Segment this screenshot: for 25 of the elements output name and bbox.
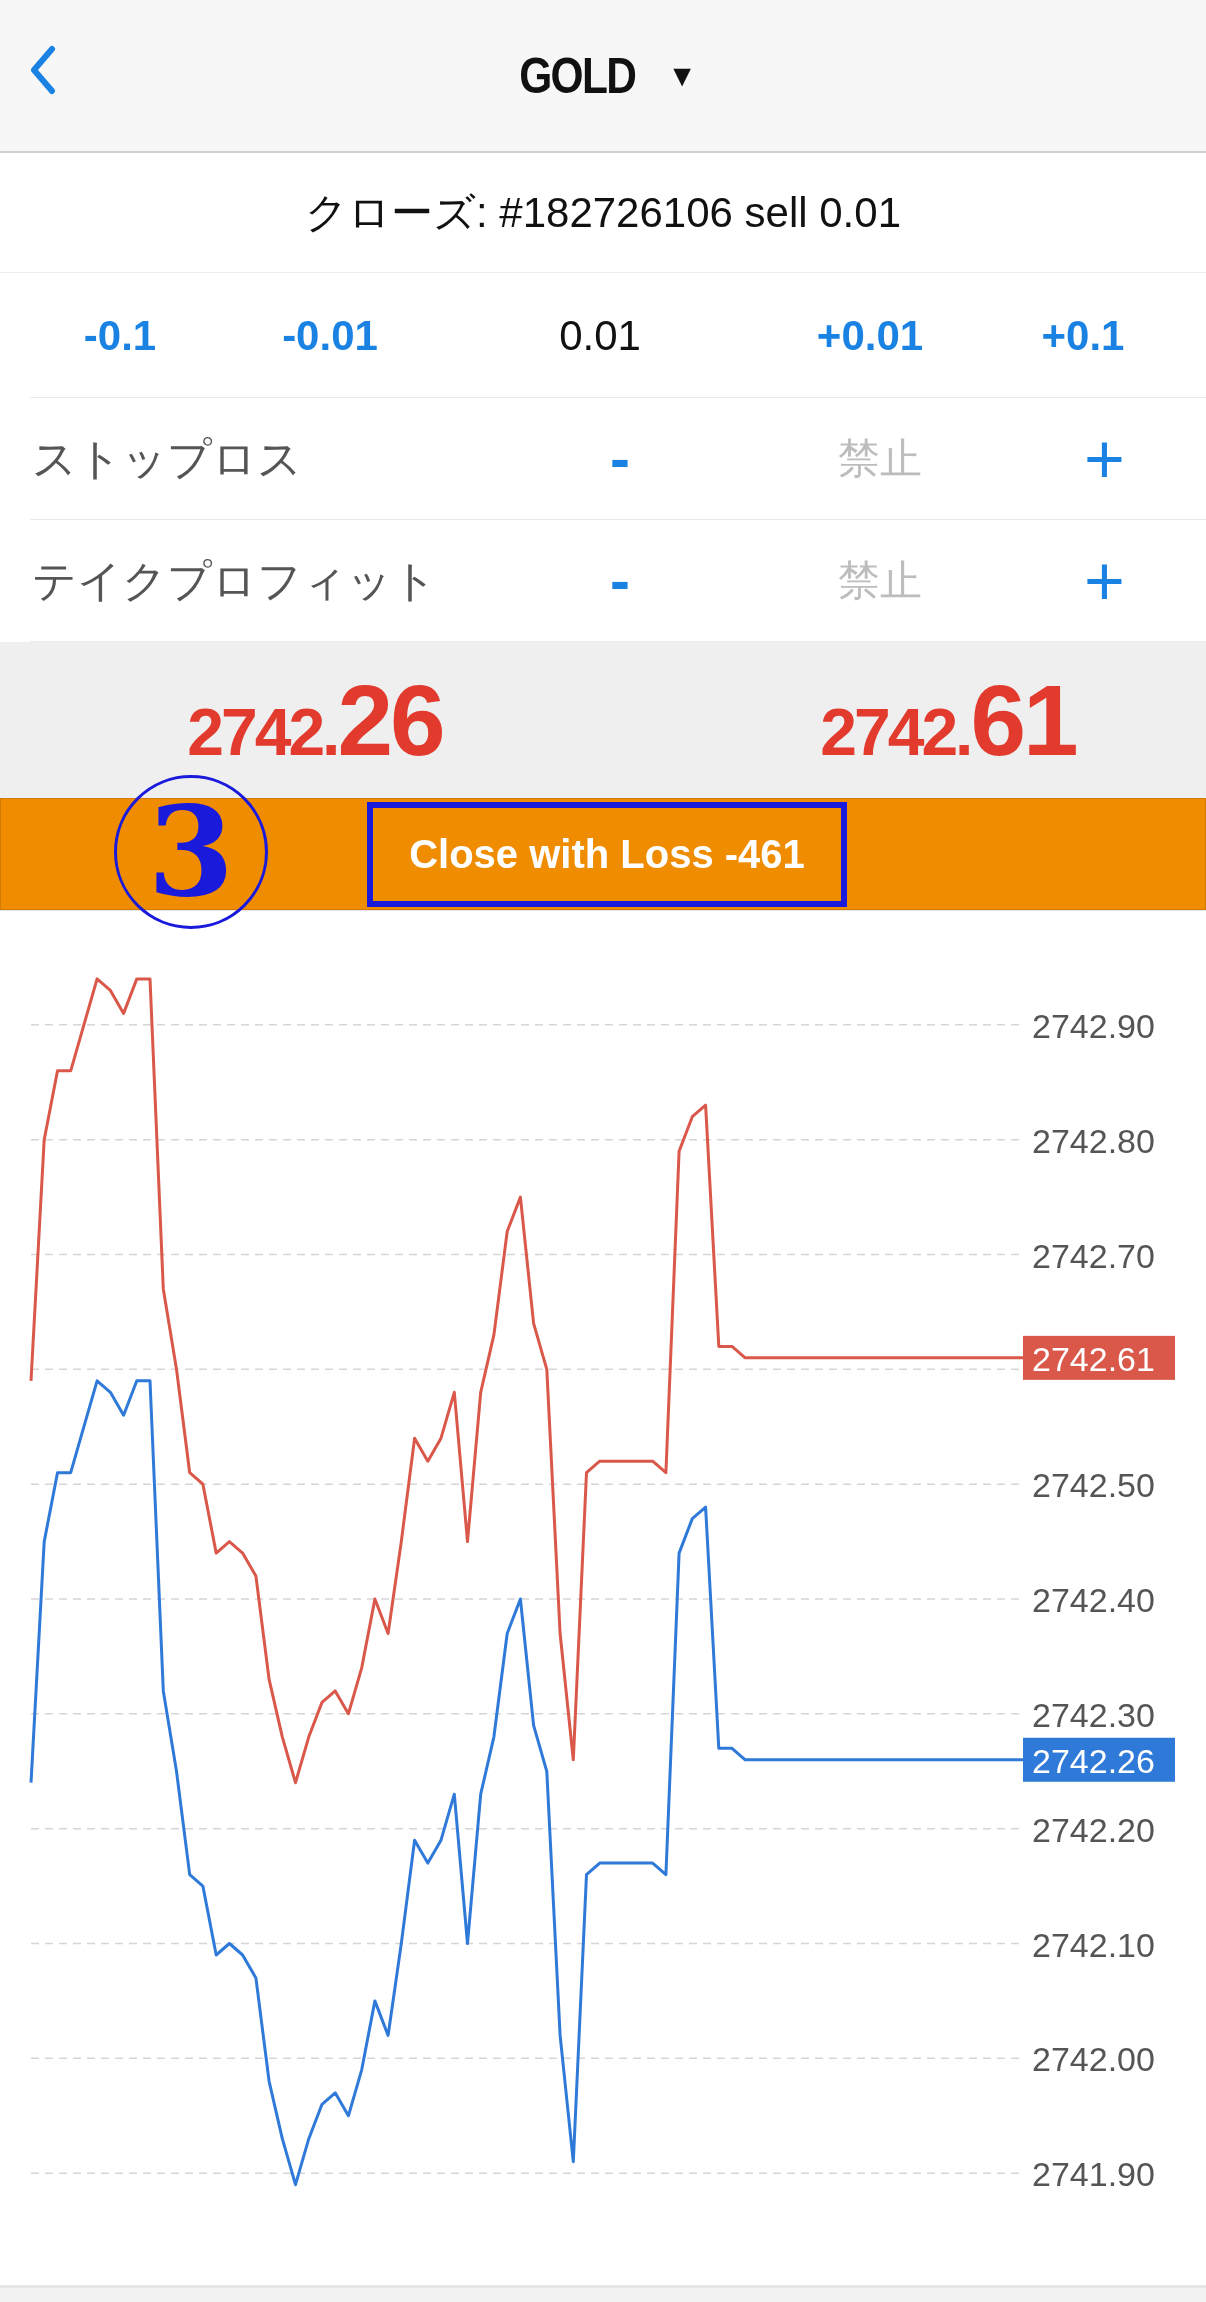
level-label: テイクプロフィット	[31, 554, 438, 607]
axis-label: 2742.20	[1032, 1810, 1155, 1849]
price-tag: 2742.26	[1023, 1737, 1175, 1782]
symbol-title[interactable]: GOLD	[519, 46, 636, 105]
axis-label: 2742.90	[1032, 1006, 1155, 1045]
axis-label: 2742.70	[1032, 1236, 1155, 1275]
price-tag: 2742.61	[1023, 1335, 1175, 1380]
volume-step-button[interactable]: -0.01	[282, 311, 378, 360]
back-icon[interactable]	[28, 45, 58, 95]
volume-step-button[interactable]: -0.1	[83, 311, 157, 360]
axis-label: 2742.50	[1032, 1466, 1155, 1505]
volume-step-button[interactable]: +0.1	[1041, 311, 1125, 360]
axis-label: 2742.10	[1032, 1925, 1155, 1964]
dropdown-caret[interactable]: ▼	[667, 58, 698, 93]
level-label: ストップロス	[31, 432, 303, 485]
ask-price[interactable]: 2742.61	[820, 662, 1076, 778]
axis-label: 2742.30	[1032, 1695, 1155, 1734]
axis-label: 2741.90	[1032, 2155, 1155, 2194]
axis-label: 2742.00	[1032, 2040, 1155, 2079]
volume-step-button[interactable]: +0.01	[816, 311, 924, 360]
axis-label: 2742.40	[1032, 1581, 1155, 1619]
bid-price[interactable]: 2742.26	[187, 662, 443, 778]
volume-value: 0.01	[559, 311, 641, 360]
axis-label: 2742.80	[1032, 1121, 1155, 1160]
order-title: クローズ: #182726106 sell 0.01	[0, 153, 1206, 273]
